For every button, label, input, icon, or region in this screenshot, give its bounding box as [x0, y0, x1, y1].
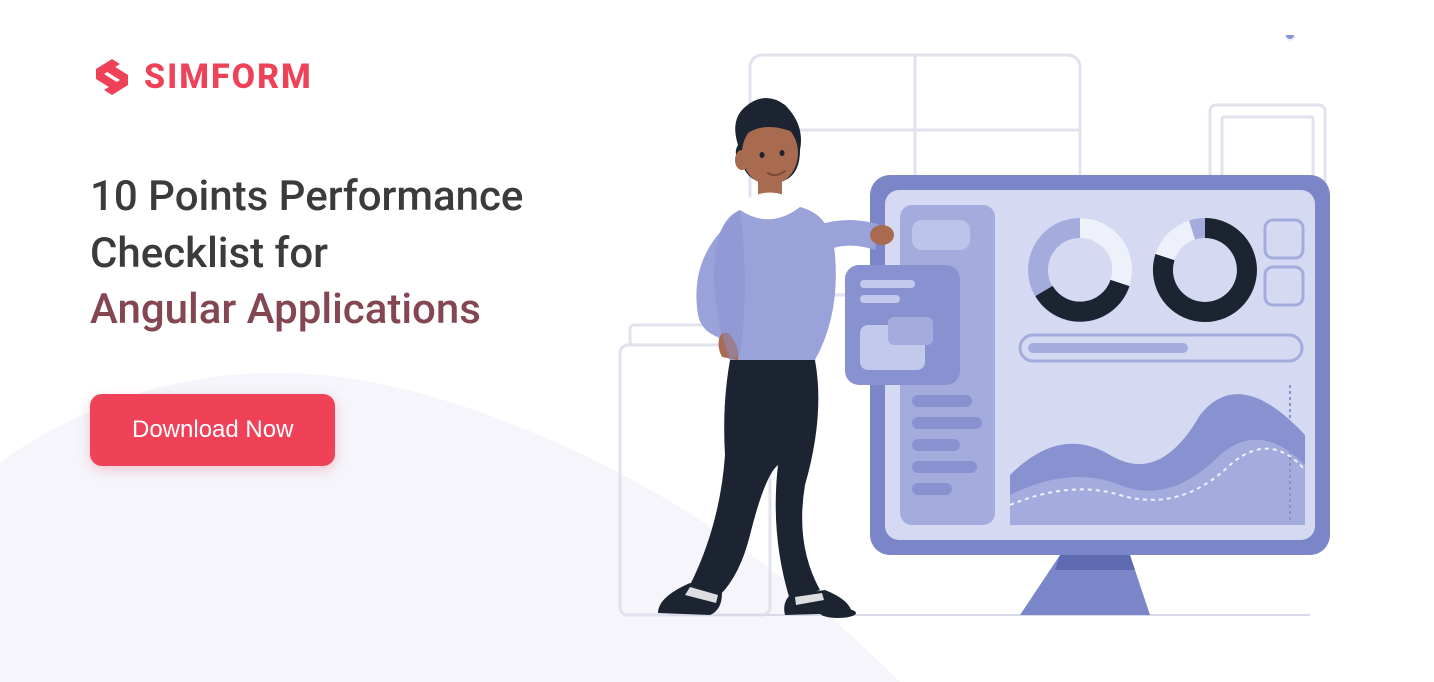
download-button-label: Download Now — [132, 416, 293, 444]
brand-name: SIMFORM — [144, 57, 313, 97]
headline-line-1: 10 Points Performance — [90, 172, 523, 221]
logo-icon — [90, 55, 134, 99]
headline-accent: Angular Applications — [90, 285, 481, 334]
download-button[interactable]: Download Now — [90, 394, 335, 466]
page-title: 10 Points Performance Checklist for Angu… — [90, 169, 570, 339]
hero-illustration — [590, 35, 1350, 675]
headline-line-2: Checklist for — [90, 229, 328, 278]
brand-logo: SIMFORM — [90, 55, 570, 99]
